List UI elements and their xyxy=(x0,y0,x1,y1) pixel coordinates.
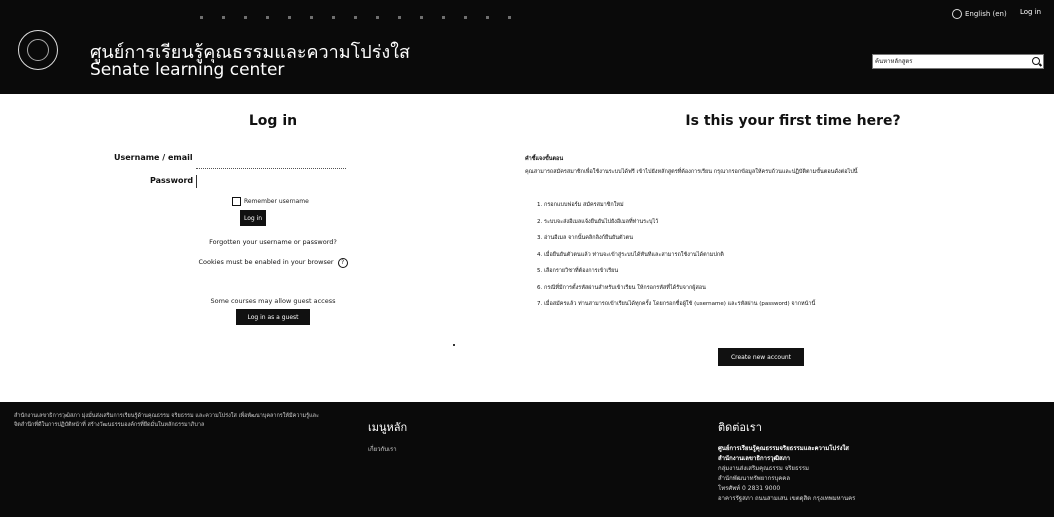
instructions-intro: คุณสามารถสมัครสมาชิกเพื่อใช้งานระบบได้ฟร… xyxy=(525,169,858,175)
contact-line: โทรศัพท์ 0 2831 9000 xyxy=(718,485,781,492)
signup-step: 3. อ่านอีเมล จากนั้นคลิกลิงก์ยืนยันตัวตน xyxy=(537,235,633,241)
footer-menu-heading: เมนูหลัก xyxy=(368,421,408,434)
guest-access-note: Some courses may allow guest access xyxy=(210,297,336,305)
header-login-link[interactable]: Log in xyxy=(1020,8,1041,16)
remember-label: Remember username xyxy=(244,198,309,205)
password-label: Password xyxy=(150,176,194,185)
guest-login-button[interactable]: Log in as a guest xyxy=(236,309,310,325)
login-link-label: Log in xyxy=(1020,8,1042,16)
signup-step: 6. กรณีที่มีการตั้งรหัสผ่านสำหรับเข้าเรี… xyxy=(537,284,706,291)
contact-line: อาคารรัฐสภา ถนนสามเสน เขตดุสิต กรุงเทพมห… xyxy=(718,495,856,502)
contact-name: ศูนย์การเรียนรู้คุณธรรมจริยธรรมและความโป… xyxy=(718,445,849,452)
footer-contact-block: ศูนย์การเรียนรู้คุณธรรมจริยธรรมและความโป… xyxy=(718,444,1018,504)
signup-heading: Is this your first time here? xyxy=(685,113,901,129)
username-input[interactable] xyxy=(196,155,346,169)
create-account-button[interactable]: Create new account xyxy=(718,348,804,366)
senate-logo-icon[interactable] xyxy=(18,30,58,70)
forgot-password-link[interactable]: Forgotten your username or password? xyxy=(0,238,546,246)
search-icon[interactable] xyxy=(1032,57,1040,65)
signup-step: 1. กรอกแบบฟอร์ม สมัครสมาชิกใหม่ xyxy=(537,202,624,208)
signup-step: 4. เมื่อยืนยันตัวตนแล้ว ท่านจะเข้าสู่ระบ… xyxy=(537,251,724,258)
contact-line: สำนักพัฒนาทรัพยากรบุคคล xyxy=(718,475,790,482)
course-search-input[interactable] xyxy=(875,56,1023,67)
contact-line: กลุ่มงานส่งเสริมคุณธรรม จริยธรรม xyxy=(718,465,810,472)
help-icon[interactable]: ? xyxy=(337,258,348,268)
language-label: English (en) xyxy=(965,10,1007,18)
cookies-text: Cookies must be enabled in your browser xyxy=(198,258,334,266)
password-input[interactable] xyxy=(196,175,231,188)
site-title-english[interactable]: Senate learning center xyxy=(90,60,284,80)
instructions-title: คำชี้แจงขั้นตอน xyxy=(525,156,564,162)
course-search-box xyxy=(872,54,1044,69)
signup-steps-list: 1. กรอกแบบฟอร์ม สมัครสมาชิกใหม่ 2. ระบบจ… xyxy=(537,201,1007,317)
footer-about-text: สำนักงานเลขาธิการวุฒิสภา มุ่งมั่นส่งเสริ… xyxy=(14,413,319,428)
cookies-notice: Cookies must be enabled in your browser? xyxy=(0,258,546,268)
globe-icon xyxy=(952,9,962,19)
top-navbar: ศูนย์การเรียนรู้คุณธรรมและความโปร่งใส Se… xyxy=(0,0,1054,94)
signup-step: 7. เมื่อสมัครแล้ว ท่านสามารถเข้าเรียนได้… xyxy=(537,301,816,307)
remember-checkbox[interactable] xyxy=(232,197,241,206)
login-heading: Log in xyxy=(248,113,298,129)
page-footer: สำนักงานเลขาธิการวุฒิสภา มุ่งมั่นส่งเสริ… xyxy=(0,402,1054,517)
login-button[interactable]: Log in xyxy=(240,210,266,226)
contact-org: สำนักงานเลขาธิการวุฒิสภา xyxy=(718,455,791,462)
signup-step: 2. ระบบจะส่งอีเมลแจ้งยืนยันไปยังอีเมลที่… xyxy=(537,218,659,225)
language-menu[interactable]: English (en) xyxy=(952,9,1007,19)
remember-username[interactable]: Remember username xyxy=(232,197,309,206)
signup-step: 5. เลือกรายวิชาที่ต้องการเข้าเรียน xyxy=(537,268,619,274)
nav-decoration xyxy=(200,16,530,19)
footer-menu-about-link[interactable]: เกี่ยวกับเรา xyxy=(368,444,397,454)
mouse-cursor-dot xyxy=(453,344,455,346)
footer-contact-heading: ติดต่อเรา xyxy=(718,421,762,434)
username-label: Username / email xyxy=(114,153,193,162)
